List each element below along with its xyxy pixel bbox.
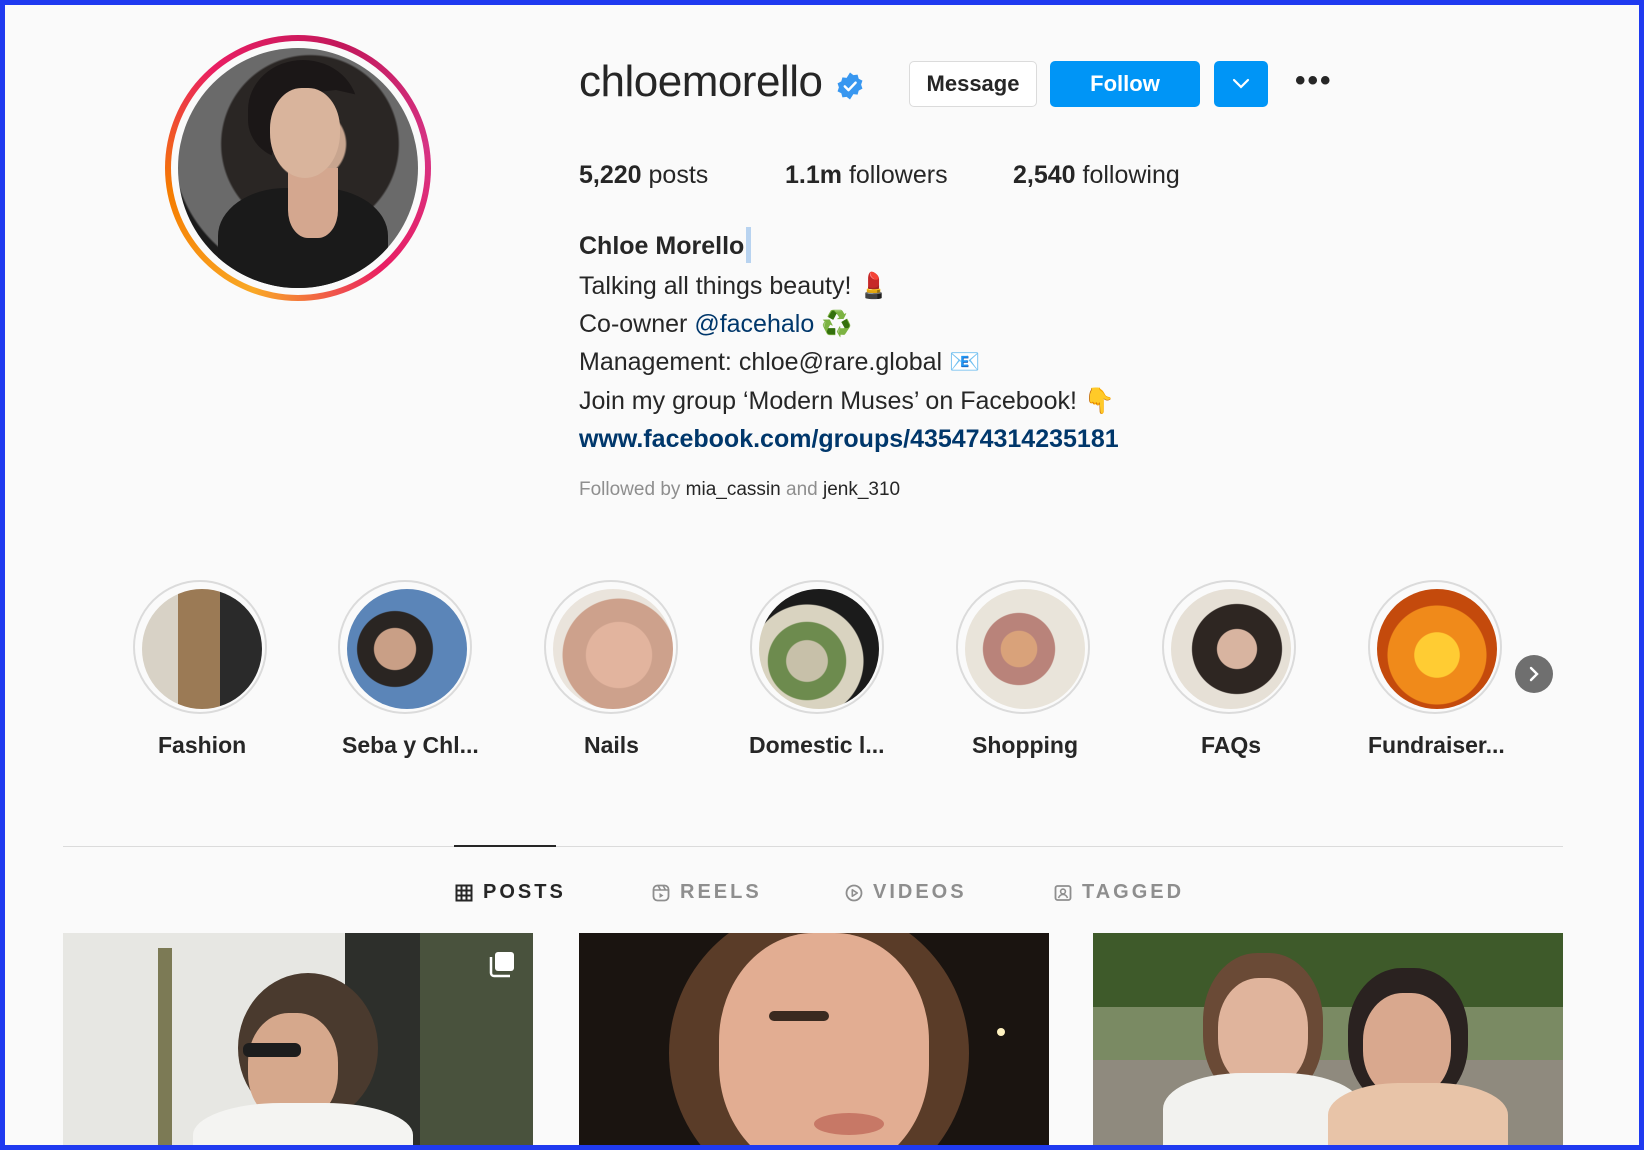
highlight-label: FAQs (1201, 732, 1262, 758)
followers-count-label: followers (848, 161, 948, 189)
tab-videos-label: VIDEOS (873, 881, 967, 903)
avatar-photo (178, 48, 418, 288)
tab-posts-label: POSTS (483, 881, 566, 903)
highlight-thumbnail (759, 589, 879, 709)
tab-videos[interactable]: VIDEOS (845, 881, 967, 904)
play-icon (845, 884, 863, 901)
highlight-thumbnail (1377, 589, 1497, 709)
reels-icon (652, 884, 670, 901)
highlight-thumbnail (347, 589, 467, 709)
tab-reels[interactable]: REELS (652, 881, 762, 904)
highlight-label: Shopping (972, 732, 1079, 758)
chevron-down-icon (1232, 78, 1250, 89)
bio-line-4: Join my group ‘Modern Muses’ on Facebook… (579, 387, 1115, 415)
follow-button[interactable]: Follow (1050, 61, 1200, 107)
facehalo-mention-link[interactable]: @facehalo (694, 310, 814, 338)
follower-link-1[interactable]: mia_cassin (686, 479, 781, 500)
recycle-icon: ♻️ (814, 310, 853, 338)
bio-line-3: Management: chloe@rare.global 📧 (579, 348, 981, 376)
followed-by-text: Followed by mia_cassin and jenk_310 (579, 479, 900, 501)
tabs-divider (63, 846, 1563, 847)
posts-count-label: posts (648, 161, 709, 189)
tab-tagged[interactable]: TAGGED (1054, 881, 1184, 904)
chevron-right-icon (1529, 666, 1539, 682)
highlight-thumbnail (142, 589, 262, 709)
text-selection-caret (746, 227, 751, 263)
posts-count: 5,220 posts (579, 161, 708, 190)
bio-line-1: Talking all things beauty! 💄 (579, 272, 890, 300)
post-thumbnail[interactable] (63, 933, 533, 1145)
followed-by-prefix: Followed by (579, 479, 681, 500)
post-thumbnail[interactable] (1093, 933, 1563, 1145)
posts-count-value: 5,220 (579, 161, 642, 189)
multiple-posts-icon (489, 952, 514, 978)
bio-line-2-prefix: Co-owner (579, 310, 695, 338)
highlight-thumbnail (553, 589, 673, 709)
highlights-next-button[interactable] (1515, 655, 1553, 693)
suggested-dropdown-button[interactable] (1214, 61, 1268, 107)
highlight-label: Nails (584, 732, 639, 758)
followers-count-value: 1.1m (785, 161, 842, 189)
verified-badge-icon (837, 72, 863, 100)
following-count-label: following (1082, 161, 1180, 189)
tab-posts[interactable]: POSTS (455, 881, 566, 904)
highlight-label: Fundraiser... (1368, 732, 1505, 758)
tab-tagged-label: TAGGED (1082, 881, 1185, 903)
followed-by-conj: and (786, 479, 818, 500)
highlight-thumbnail (965, 589, 1085, 709)
message-button[interactable]: Message (909, 61, 1037, 107)
more-options-icon[interactable]: ••• (1295, 66, 1333, 96)
tab-reels-label: REELS (680, 881, 762, 903)
highlight-label: Fashion (158, 732, 247, 758)
screenshot-frame: chloemorello Message Follow ••• 5,220 po… (0, 0, 1644, 1150)
bio-line-2: Co-owner @facehalo ♻️ (579, 310, 852, 339)
active-tab-indicator (454, 845, 556, 847)
profile-avatar[interactable] (165, 35, 431, 301)
highlight-label: Domestic l... (749, 732, 885, 758)
profile-full-name: Chloe Morello (579, 232, 745, 260)
highlight-label: Seba y Chl... (342, 732, 479, 758)
highlight-thumbnail (1171, 589, 1291, 709)
following-count-value: 2,540 (1013, 161, 1076, 189)
following-count[interactable]: 2,540 following (1013, 161, 1180, 190)
profile-username: chloemorello (579, 57, 823, 106)
grid-icon (455, 884, 473, 901)
followers-count[interactable]: 1.1m followers (785, 161, 948, 190)
tagged-icon (1054, 884, 1072, 901)
bio-website-link[interactable]: www.facebook.com/groups/435474314235181 (579, 425, 1119, 454)
follower-link-2[interactable]: jenk_310 (823, 479, 900, 500)
post-thumbnail[interactable] (579, 933, 1049, 1145)
